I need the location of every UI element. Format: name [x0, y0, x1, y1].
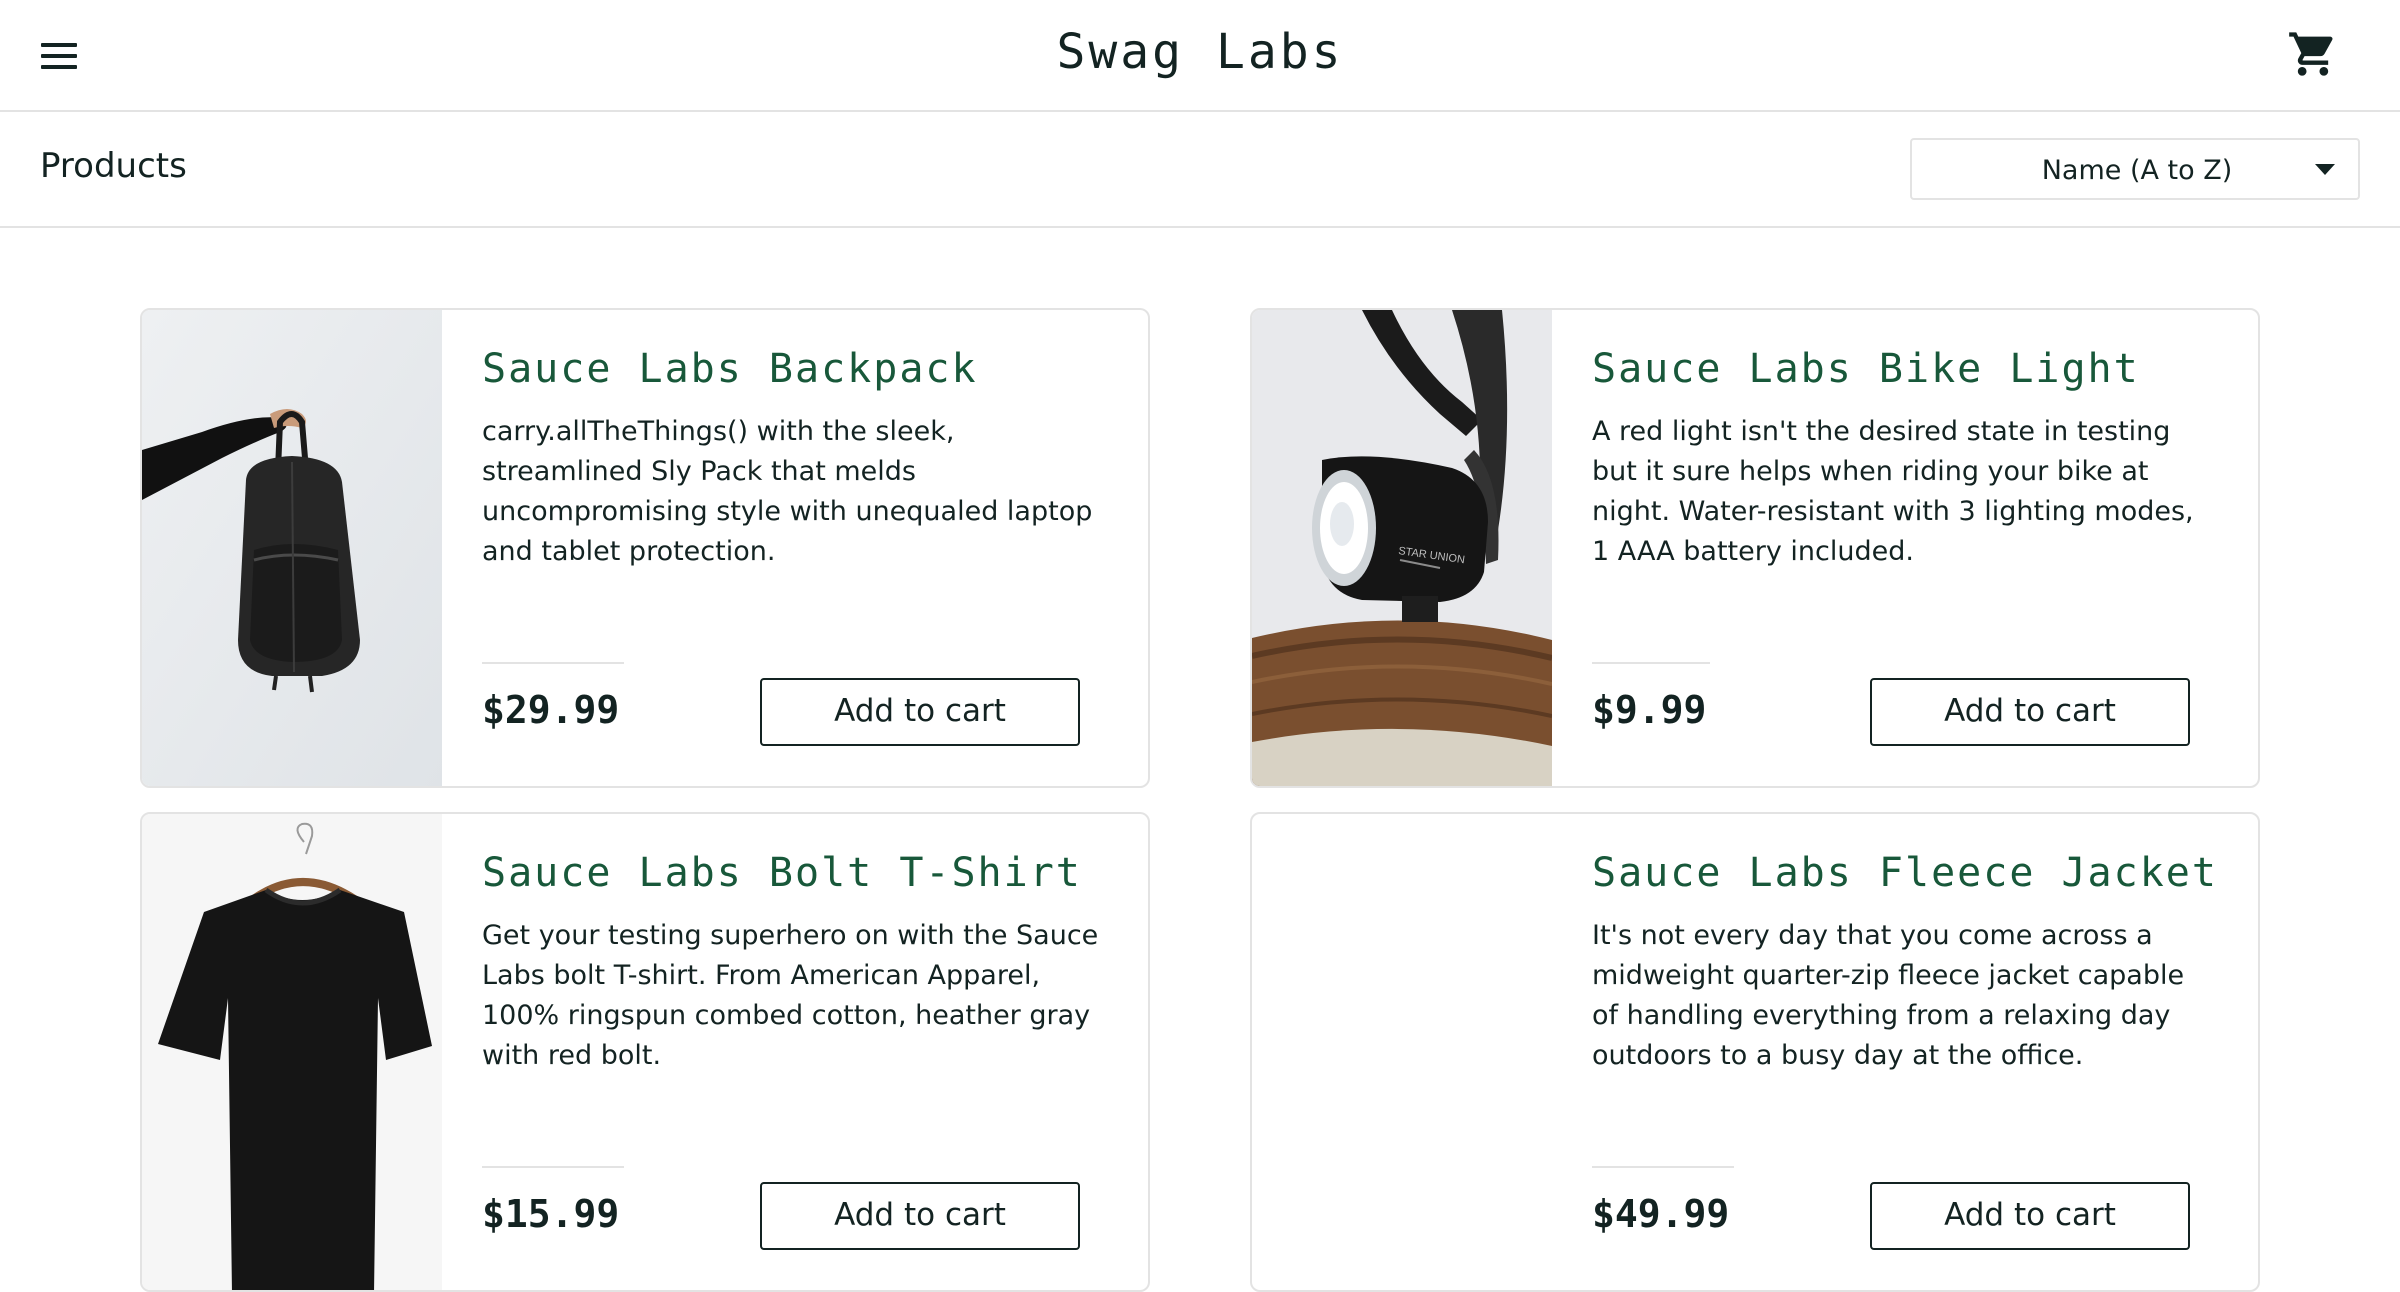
- add-to-cart-button[interactable]: Add to cart: [1870, 1182, 2190, 1250]
- product-name[interactable]: Sauce Labs Bike Light: [1592, 346, 2140, 392]
- app-logo: Swag Labs: [1056, 24, 1344, 80]
- bike-light-image[interactable]: STAR UNION: [1252, 310, 1552, 786]
- product-description: carry.allTheThings() with the sleek, str…: [482, 416, 1093, 567]
- add-to-cart-button[interactable]: Add to cart: [760, 678, 1080, 746]
- product-description: Get your testing superhero on with the S…: [482, 920, 1099, 1071]
- inventory-item: STAR UNION Sauce Labs Bike Light A red l…: [1250, 308, 2260, 788]
- add-to-cart-button[interactable]: Add to cart: [760, 1182, 1080, 1250]
- price-divider: [1592, 1166, 1734, 1168]
- price-divider: [1592, 662, 1710, 664]
- product-description: A red light isn't the desired state in t…: [1592, 416, 2194, 567]
- price-divider: [482, 662, 624, 664]
- fleece-jacket-image[interactable]: [1252, 814, 1552, 1290]
- hamburger-menu-icon[interactable]: [36, 38, 84, 76]
- sort-selected-value: Name (A to Z): [2041, 155, 2233, 186]
- product-price: $49.99: [1592, 1192, 1730, 1236]
- sort-select[interactable]: Name (A to Z): [1910, 138, 2360, 200]
- product-name[interactable]: Sauce Labs Bolt T-Shirt: [482, 850, 1082, 896]
- inventory-item: Sauce Labs Backpack carry.allTheThings()…: [140, 308, 1150, 788]
- product-name[interactable]: Sauce Labs Fleece Jacket: [1592, 850, 2218, 896]
- inventory-item: Sauce Labs Fleece Jacket It's not every …: [1250, 812, 2260, 1292]
- product-price: $9.99: [1592, 688, 1707, 732]
- backpack-image[interactable]: [142, 310, 442, 786]
- page-title: Products: [40, 146, 187, 186]
- app-header: Swag Labs: [0, 0, 2400, 112]
- product-name[interactable]: Sauce Labs Backpack: [482, 346, 978, 392]
- shopping-cart-icon[interactable]: [2286, 28, 2340, 80]
- product-price: $15.99: [482, 1192, 620, 1236]
- inventory-item: Sauce Labs Bolt T-Shirt Get your testing…: [140, 812, 1150, 1292]
- price-divider: [482, 1166, 624, 1168]
- caret-down-icon: [2315, 164, 2335, 175]
- add-to-cart-button[interactable]: Add to cart: [1870, 678, 2190, 746]
- product-description: It's not every day that you come across …: [1592, 920, 2185, 1071]
- product-price: $29.99: [482, 688, 620, 732]
- tshirt-image[interactable]: [142, 814, 442, 1290]
- secondary-header: Products Name (A to Z): [0, 112, 2400, 228]
